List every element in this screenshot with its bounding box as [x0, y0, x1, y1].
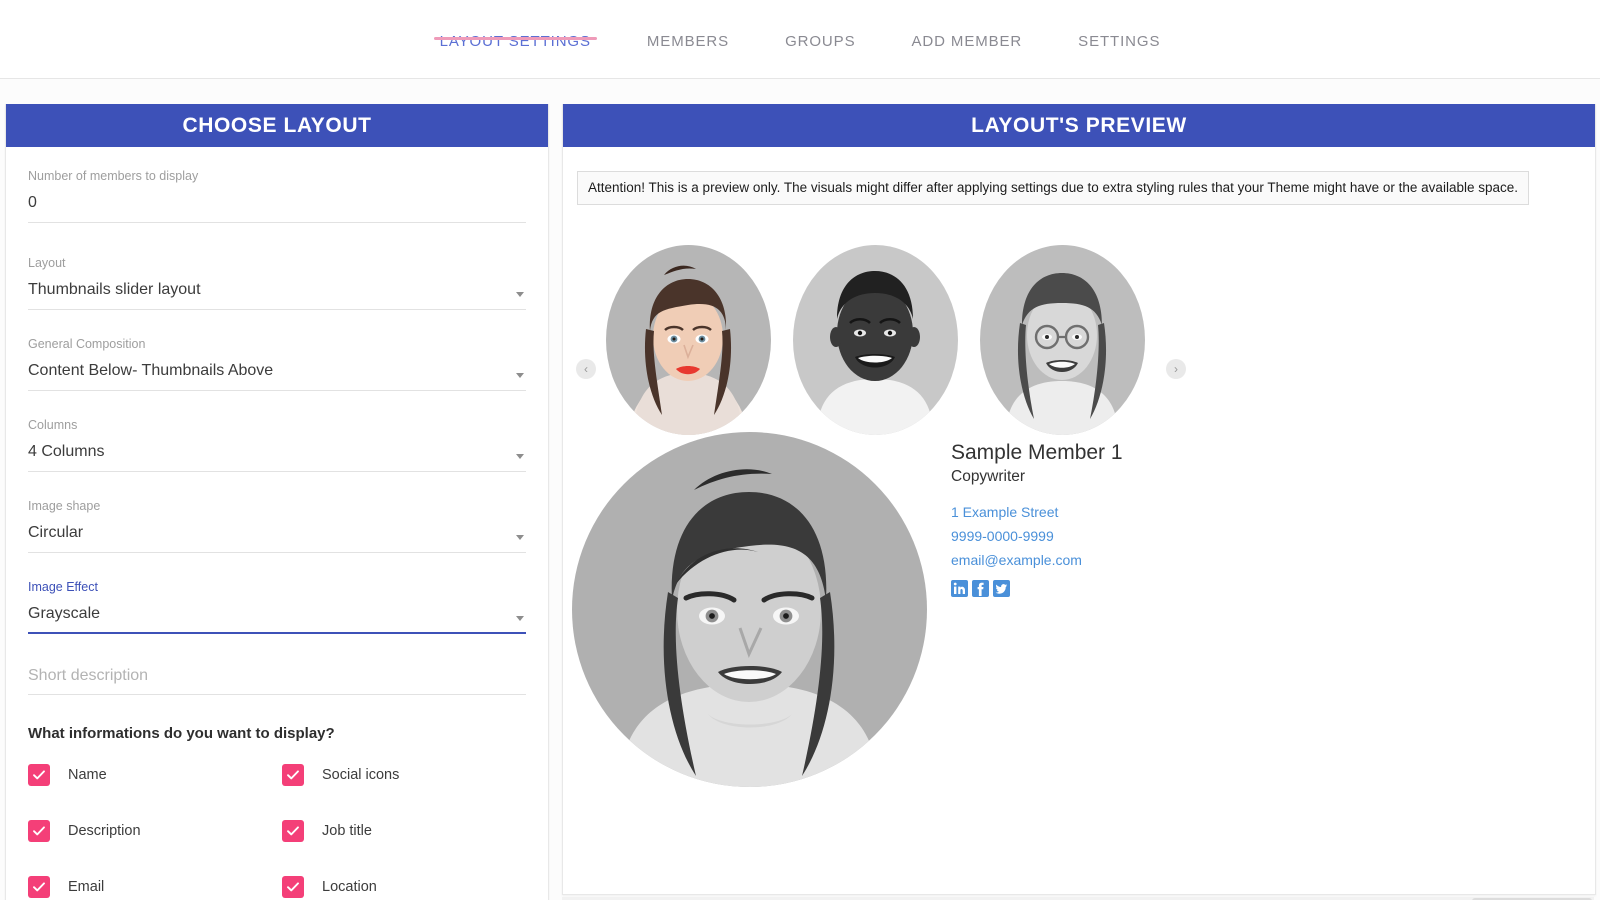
chevron-down-icon	[516, 373, 524, 378]
select-image-shape-value[interactable]: Circular	[28, 523, 526, 553]
check-icon	[28, 820, 50, 842]
field-image-effect[interactable]: Image Effect Grayscale	[28, 580, 526, 634]
tab-label: LAYOUT SETTINGS	[439, 33, 591, 50]
field-short-description[interactable]: Short description	[28, 667, 526, 695]
app-page: LAYOUT SETTINGS MEMBERS GROUPS ADD MEMBE…	[0, 0, 1600, 900]
field-number-of-members[interactable]: Number of members to display 0	[28, 169, 526, 223]
member-job-title: Copywriter	[951, 468, 1026, 486]
choose-layout-panel: CHOOSE LAYOUT Number of members to displ…	[5, 104, 549, 900]
slider-prev-arrow-icon[interactable]: ‹	[576, 359, 596, 380]
prev-arrow-glyph: ‹	[584, 362, 588, 377]
member-email[interactable]: email@example.com	[951, 550, 1123, 570]
select-layout-value[interactable]: Thumbnails slider layout	[28, 280, 526, 310]
member-thumbnail-2[interactable]	[793, 245, 958, 436]
check-icon	[28, 764, 50, 786]
tab-label: SETTINGS	[1078, 33, 1161, 50]
main-content: CHOOSE LAYOUT Number of members to displ…	[0, 79, 1600, 900]
tab-settings[interactable]: SETTINGS	[1050, 0, 1188, 50]
select-image-effect-value[interactable]: Grayscale	[28, 604, 526, 634]
chevron-down-icon	[516, 535, 524, 540]
label-number-of-members: Number of members to display	[28, 169, 199, 183]
member-slider: ‹ › Sample Member 1 Copywriter 1 Example…	[572, 227, 1581, 827]
display-info-question: What informations do you want to display…	[28, 725, 335, 742]
label-columns: Columns	[28, 418, 78, 432]
layout-preview-panel: LAYOUT'S PREVIEW Attention! This is a pr…	[562, 104, 1596, 895]
check-icon	[282, 820, 304, 842]
checkbox-label: Social icons	[322, 767, 400, 783]
checkbox-name[interactable]: Name	[28, 764, 282, 786]
member-name: Sample Member 1	[951, 441, 1123, 465]
label-image-effect: Image Effect	[28, 580, 98, 594]
facebook-icon[interactable]	[972, 580, 989, 598]
checkbox-label: Name	[68, 767, 107, 783]
member-location[interactable]: 1 Example Street	[951, 502, 1123, 522]
field-layout[interactable]: Layout Thumbnails slider layout	[28, 256, 526, 310]
top-navigation: LAYOUT SETTINGS MEMBERS GROUPS ADD MEMBE…	[0, 0, 1600, 79]
member-info: Sample Member 1 Copywriter 1 Example Str…	[951, 440, 1123, 598]
field-columns[interactable]: Columns 4 Columns	[28, 418, 526, 472]
tab-members[interactable]: MEMBERS	[619, 0, 757, 50]
input-number-of-members[interactable]: 0	[28, 193, 526, 223]
tab-label: MEMBERS	[646, 33, 730, 50]
chevron-down-icon	[516, 616, 524, 621]
tab-list: LAYOUT SETTINGS MEMBERS GROUPS ADD MEMBE…	[412, 0, 1189, 78]
twitter-icon[interactable]	[993, 580, 1010, 598]
member-phone[interactable]: 9999-0000-9999	[951, 526, 1123, 546]
member-thumbnail-1[interactable]	[606, 245, 771, 436]
input-short-description[interactable]: Short description	[28, 667, 526, 695]
tab-groups[interactable]: GROUPS	[757, 0, 883, 50]
checkbox-email[interactable]: Email	[28, 876, 282, 898]
check-icon	[28, 876, 50, 898]
checkbox-social-icons[interactable]: Social icons	[282, 764, 536, 786]
field-general-composition[interactable]: General Composition Content Below- Thumb…	[28, 337, 526, 391]
check-icon	[282, 764, 304, 786]
tab-label: ADD MEMBER	[911, 33, 1023, 50]
slider-next-arrow-icon[interactable]: ›	[1166, 359, 1186, 380]
linkedin-icon[interactable]	[951, 580, 968, 598]
tab-label: GROUPS	[785, 33, 856, 50]
chevron-down-icon	[516, 292, 524, 297]
select-columns-value[interactable]: 4 Columns	[28, 442, 526, 472]
member-social-links	[951, 580, 1123, 598]
checkbox-label: Location	[322, 879, 377, 895]
tab-layout-settings[interactable]: LAYOUT SETTINGS	[412, 0, 619, 50]
layout-preview-title: LAYOUT'S PREVIEW	[563, 104, 1595, 147]
member-thumbnail-3[interactable]	[980, 245, 1145, 436]
next-arrow-glyph: ›	[1174, 362, 1178, 377]
preview-body: Attention! This is a preview only. The v…	[563, 147, 1595, 900]
member-hero-image[interactable]	[572, 432, 927, 788]
checkbox-description[interactable]: Description	[28, 820, 282, 842]
chevron-down-icon	[516, 454, 524, 459]
select-general-composition-value[interactable]: Content Below- Thumbnails Above	[28, 361, 526, 391]
tab-add-member[interactable]: ADD MEMBER	[883, 0, 1050, 50]
label-general-composition: General Composition	[28, 337, 146, 351]
checkbox-label: Email	[68, 879, 105, 895]
choose-layout-title: CHOOSE LAYOUT	[6, 104, 548, 147]
layout-settings-form: Number of members to display 0 Layout Th…	[6, 147, 548, 898]
field-image-shape[interactable]: Image shape Circular	[28, 499, 526, 553]
checkbox-job-title[interactable]: Job title	[282, 820, 536, 842]
checkbox-location[interactable]: Location	[282, 876, 536, 898]
label-layout: Layout	[28, 256, 66, 270]
thumbnail-strip	[606, 245, 1145, 436]
display-info-checkbox-group: Name Social icons Description Job title …	[28, 764, 526, 898]
label-image-shape: Image shape	[28, 499, 101, 513]
checkbox-label: Job title	[322, 823, 372, 839]
checkbox-label: Description	[68, 823, 141, 839]
check-icon	[282, 876, 304, 898]
preview-notice: Attention! This is a preview only. The v…	[577, 171, 1529, 206]
